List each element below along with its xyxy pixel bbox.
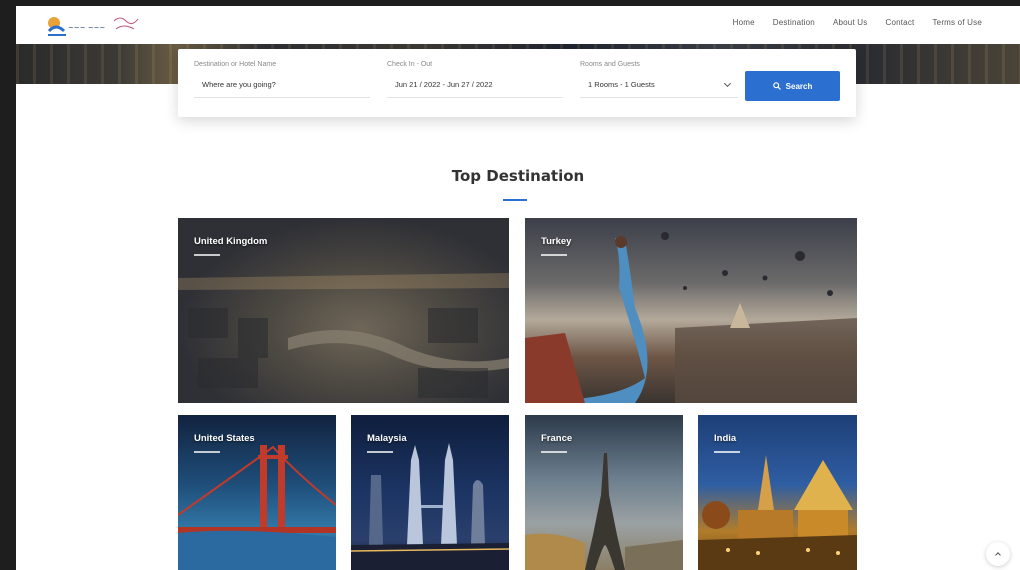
guests-field: Rooms and Guests 1 Rooms - 1 Guests [580,61,738,98]
brand-logo[interactable]: ~~~ ~~~ [46,11,142,39]
destination-card-united-kingdom[interactable]: United Kingdom [178,218,509,403]
destination-name: Malaysia [367,433,407,444]
destination-card-india[interactable]: India [698,415,857,570]
search-form: Destination or Hotel Name Where are you … [178,49,856,117]
destination-input[interactable]: Where are you going? [194,76,370,98]
destination-name: United Kingdom [194,236,268,247]
destination-name: Turkey [541,236,572,247]
chevron-up-icon [995,552,1001,558]
destination-field: Destination or Hotel Name Where are you … [194,61,370,98]
nav-home[interactable]: Home [733,18,755,27]
nav-terms-of-use[interactable]: Terms of Use [932,18,982,27]
destination-label: Destination or Hotel Name [194,61,277,68]
destination-underline [541,451,567,453]
main-nav: Home Destination About Us Contact Terms … [733,18,982,27]
search-button-label: Search [785,81,813,91]
destination-placeholder: Where are you going? [202,80,276,89]
search-icon [772,82,781,90]
search-button[interactable]: Search [745,71,840,101]
title-underline [503,199,527,201]
destination-card-france[interactable]: France [525,415,683,570]
nav-about-us[interactable]: About Us [833,18,868,27]
scroll-to-top-button[interactable] [986,542,1010,566]
destination-card-malaysia[interactable]: Malaysia [351,415,509,570]
destination-underline [714,451,740,453]
page: ~~~ ~~~ Home Destination About Us Contac… [16,6,1020,570]
dates-value: Jun 21 / 2022 - Jun 27 / 2022 [395,80,493,89]
section-title: Top Destination [451,167,585,185]
destination-underline [194,451,220,453]
destination-name: United States [194,433,255,444]
destination-underline [541,254,567,256]
svg-text:~~~ ~~~: ~~~ ~~~ [68,24,106,32]
destination-name: India [714,433,737,444]
dates-label: Check In - Out [387,61,433,68]
guests-label: Rooms and Guests [580,61,640,68]
dates-input[interactable]: Jun 21 / 2022 - Jun 27 / 2022 [387,76,563,98]
destination-card-united-states[interactable]: United States [178,415,336,570]
chevron-down-icon [723,79,732,87]
top-header: ~~~ ~~~ Home Destination About Us Contac… [16,6,1020,44]
nav-contact[interactable]: Contact [885,18,914,27]
destination-name: France [541,433,573,444]
nav-destination[interactable]: Destination [773,18,815,27]
destination-card-turkey[interactable]: Turkey [525,218,857,403]
dates-field: Check In - Out Jun 21 / 2022 - Jun 27 / … [387,61,563,98]
destination-underline [367,451,393,453]
balloons-image [525,232,857,403]
guests-value: 1 Rooms - 1 Guests [588,80,655,89]
guests-select[interactable]: 1 Rooms - 1 Guests [580,76,738,98]
destination-underline [194,254,220,256]
